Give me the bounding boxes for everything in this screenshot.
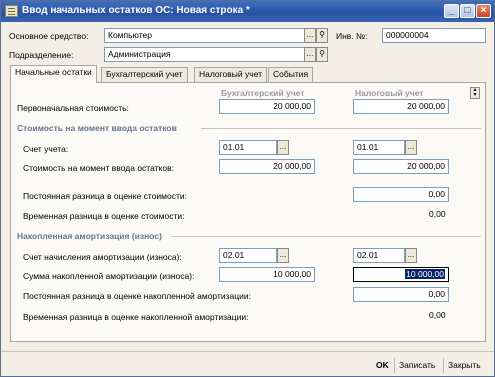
- save-button[interactable]: Записать: [399, 360, 435, 370]
- cost-at-entry-acc-input[interactable]: 20 000,00: [219, 159, 315, 174]
- depr-account-label: Счет начисления амортизации (износа):: [23, 252, 182, 262]
- section-depreciation-title: Накопленная амортизация (износ): [17, 231, 162, 241]
- initial-cost-label: Первоначальная стоимость:: [17, 103, 129, 113]
- initial-cost-tax-input[interactable]: 20 000,00: [353, 99, 449, 114]
- depr-account-acc-input[interactable]: 02.01: [219, 248, 277, 263]
- column-tax-header: Налоговый учет: [355, 88, 424, 98]
- account-label: Счет учета:: [23, 144, 69, 154]
- section-cost-title: Стоимость на момент ввода остатков: [17, 123, 177, 133]
- asset-label: Основное средство:: [9, 31, 89, 41]
- initial-cost-acc-input[interactable]: 20 000,00: [219, 99, 315, 114]
- document-icon: [5, 5, 18, 17]
- close-button[interactable]: Закрыть: [448, 360, 481, 370]
- division-open-icon[interactable]: ⚲: [316, 47, 328, 62]
- tab-tax[interactable]: Налоговый учет: [194, 67, 268, 82]
- division-label: Подразделение:: [9, 50, 74, 60]
- tab-initial-balances[interactable]: Начальные остатки: [10, 65, 97, 83]
- ok-button[interactable]: OK: [376, 360, 389, 370]
- inv-label: Инв. №:: [336, 31, 368, 41]
- accum-depr-acc-input[interactable]: 10 000,00: [219, 267, 315, 282]
- footer-bar: OK Записать Закрыть: [1, 351, 494, 376]
- account-tax-select-button[interactable]: ...: [405, 140, 417, 155]
- minimize-button[interactable]: _: [444, 4, 459, 18]
- division-select-button[interactable]: ...: [304, 47, 316, 62]
- close-icon[interactable]: ×: [476, 4, 491, 18]
- cost-at-entry-tax-input[interactable]: 20 000,00: [353, 159, 449, 174]
- temp-diff-depr-tax-value: 0,00: [429, 310, 446, 320]
- division-input[interactable]: Администрация: [104, 47, 305, 62]
- temp-diff-depr-label: Временная разница в оценке накопленной а…: [23, 312, 249, 322]
- perm-diff-depr-tax-input[interactable]: 0,00: [353, 287, 449, 302]
- perm-diff-depr-label: Постоянная разница в оценке накопленной …: [23, 291, 251, 301]
- account-acc-select-button[interactable]: ...: [277, 140, 289, 155]
- asset-open-icon[interactable]: ⚲: [316, 28, 328, 43]
- dialog-window: Ввод начальных остатков ОС: Новая строка…: [0, 0, 495, 377]
- perm-diff-cost-tax-input[interactable]: 0,00: [353, 187, 449, 202]
- section-divider: [201, 128, 481, 129]
- cost-at-entry-label: Стоимость на момент ввода остатков:: [23, 163, 174, 173]
- temp-diff-cost-label: Временная разница в оценке стоимости:: [23, 211, 185, 221]
- depr-account-acc-select-button[interactable]: ...: [277, 248, 289, 263]
- footer-separator: [394, 358, 395, 373]
- account-tax-input[interactable]: 01.01: [353, 140, 405, 155]
- asset-input[interactable]: Компьютер: [104, 28, 305, 43]
- tab-events[interactable]: События: [268, 67, 314, 82]
- maximize-button[interactable]: □: [460, 4, 475, 18]
- move-arrows-icon[interactable]: ▴ ▾: [470, 87, 480, 99]
- depr-account-tax-input[interactable]: 02.01: [353, 248, 405, 263]
- footer-separator: [443, 358, 444, 373]
- perm-diff-cost-label: Постоянная разница в оценке стоимости:: [23, 191, 187, 201]
- column-accounting-header: Бухгалтерский учет: [221, 88, 305, 98]
- depr-account-tax-select-button[interactable]: ...: [405, 248, 417, 263]
- section-divider: [171, 236, 481, 237]
- asset-select-button[interactable]: ...: [304, 28, 316, 43]
- accum-depr-label: Сумма накопленной амортизации (износа):: [23, 271, 195, 281]
- account-acc-input[interactable]: 01.01: [219, 140, 277, 155]
- inv-number-input[interactable]: 000000004: [382, 28, 486, 43]
- window-title: Ввод начальных остатков ОС: Новая строка…: [22, 5, 250, 16]
- temp-diff-cost-tax-value: 0,00: [429, 209, 446, 219]
- accum-depr-tax-selected-text: 10 000,00: [405, 269, 445, 279]
- title-bar[interactable]: Ввод начальных остатков ОС: Новая строка…: [1, 1, 494, 22]
- tab-accounting[interactable]: Бухгалтерский учет: [101, 67, 188, 82]
- accum-depr-tax-input[interactable]: 10 000,00: [353, 267, 449, 282]
